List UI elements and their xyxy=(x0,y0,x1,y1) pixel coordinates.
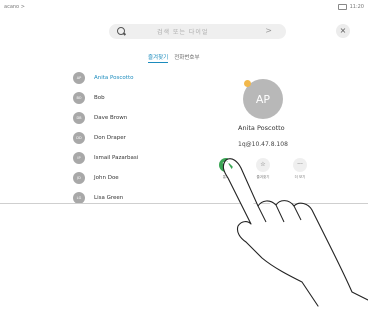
pointing-hand-illustration xyxy=(222,158,368,307)
